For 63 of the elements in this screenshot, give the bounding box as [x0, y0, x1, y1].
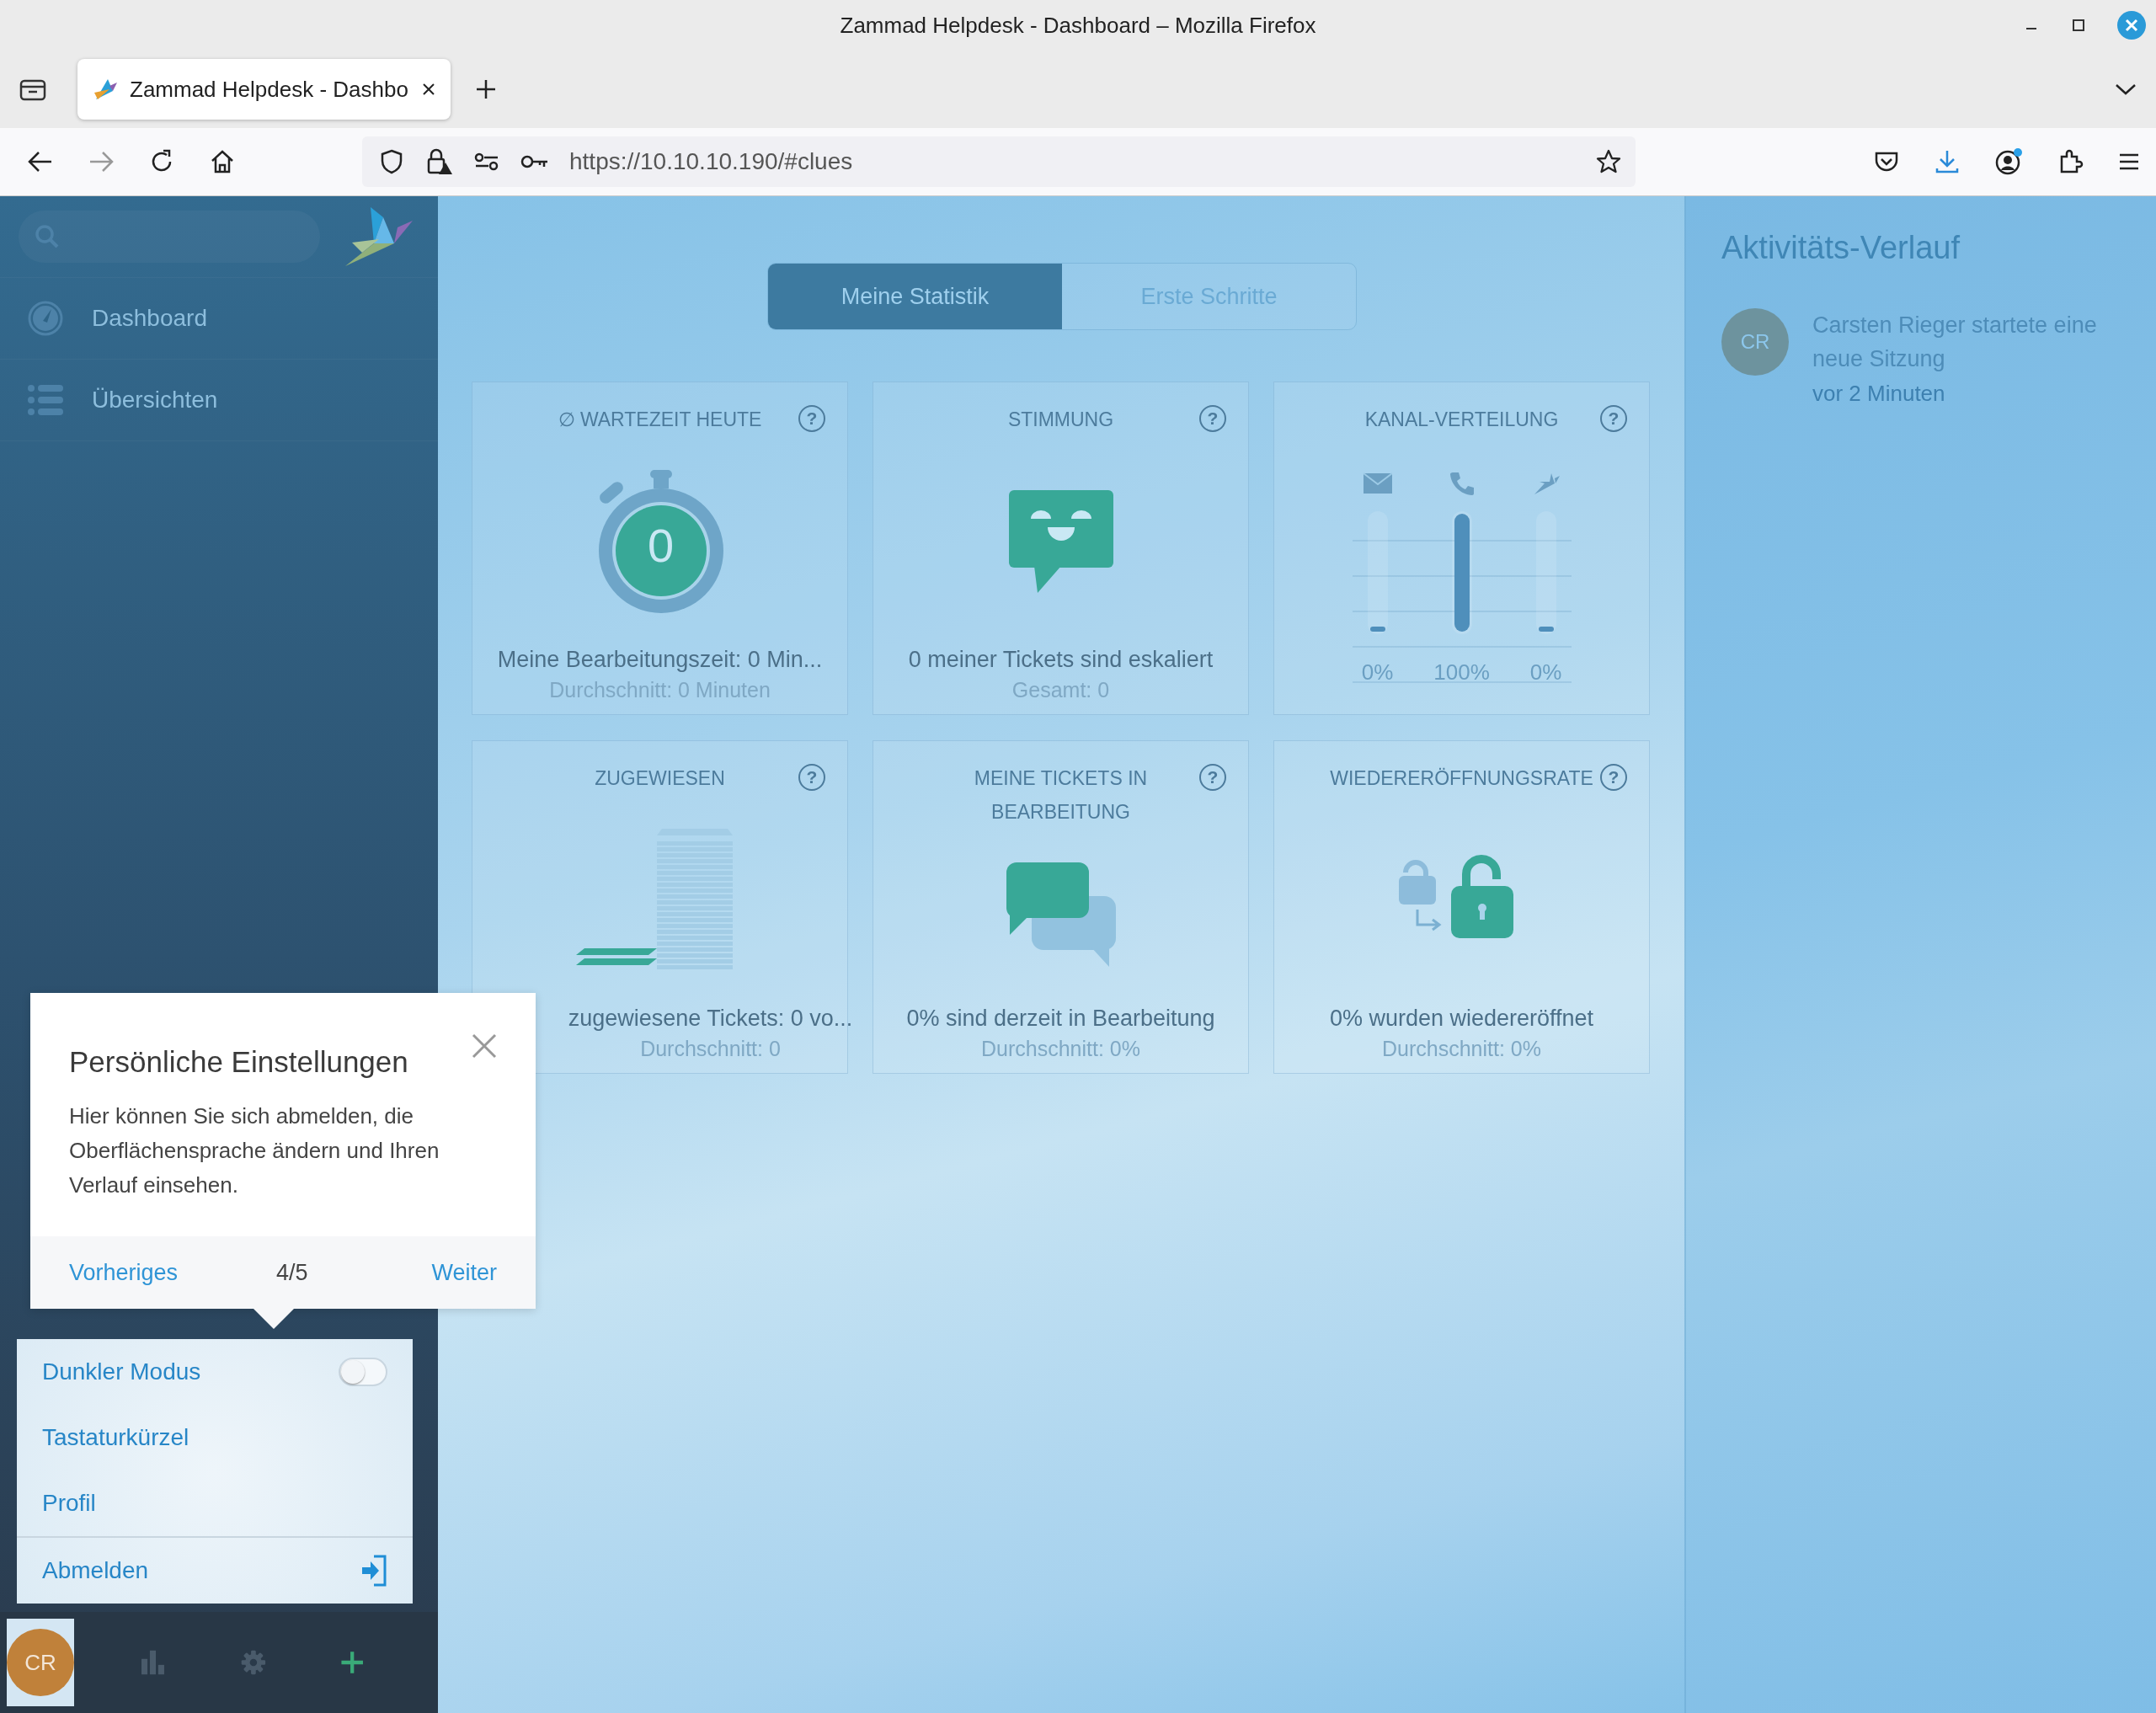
window-title: Zammad Helpdesk - Dashboard – Mozilla Firefox	[840, 12, 1316, 39]
wait-time-value: 0	[646, 522, 675, 569]
channel-percentage: 0%	[1529, 659, 1562, 686]
card-stat-text: 0 meiner Tickets sind eskaliert	[908, 647, 1214, 673]
logout-icon	[362, 1555, 387, 1587]
star-icon[interactable]	[1595, 148, 1622, 175]
envelope-icon	[1363, 470, 1392, 496]
step-counter: 4/5	[276, 1259, 308, 1286]
help-icon[interactable]: ?	[1199, 764, 1226, 791]
logo-icon[interactable]	[345, 205, 413, 268]
panel-title: Aktivitäts-Verlauf	[1721, 230, 1961, 266]
avatar-tab[interactable]: CR	[7, 1619, 74, 1706]
card-title: WIEDERERÖFFNUNGSRATE	[1330, 766, 1593, 791]
key-icon[interactable]	[520, 153, 549, 170]
maximize-icon[interactable]	[2070, 17, 2087, 34]
channel-percentage: 100%	[1433, 659, 1490, 686]
menu-item[interactable]: Abmelden	[17, 1538, 413, 1604]
menu-item[interactable]: Dunkler Modus	[17, 1339, 413, 1405]
help-icon[interactable]: ?	[798, 405, 825, 432]
card-title: STIMMUNG	[1007, 408, 1114, 432]
previous-link[interactable]: Vorheriges	[69, 1259, 179, 1286]
toggle-switch[interactable]	[339, 1358, 387, 1386]
url-text: https://10.10.10.190/#clues	[569, 148, 853, 175]
smiley-chat-icon	[1008, 490, 1113, 593]
card-stat-text: 0% sind derzeit in Bearbeitung	[906, 1006, 1215, 1032]
permissions-icon[interactable]	[473, 151, 500, 173]
gauge-icon	[28, 301, 63, 336]
popup-title: Persönliche Einstellungen	[69, 1045, 409, 1079]
channel-percentage: 0%	[1361, 659, 1394, 686]
chevron-down-icon[interactable]	[2114, 82, 2137, 97]
browser-tab[interactable]: Zammad Helpdesk - Dashbo	[77, 59, 451, 120]
account-icon[interactable]	[1994, 147, 2023, 176]
address-bar[interactable]: https://10.10.10.190/#clues	[362, 136, 1636, 187]
activity-time: vor 2 Minuten	[1812, 381, 1946, 407]
card-average-text: Durchschnitt: 0%	[1382, 1037, 1541, 1061]
popup-text: Hier können Sie sich abmelden, die Oberflächensprache ändern und Ihren Verlauf einsehen.	[69, 1102, 440, 1199]
card-title: KANAL-VERTEILUNG	[1364, 408, 1559, 432]
card-stat-text: Meine Bearbeitungszeit: 0 Min...	[497, 647, 823, 673]
shield-icon[interactable]	[379, 148, 404, 175]
card-title: MEINE TICKETS IN BEARBEITUNG	[973, 766, 1149, 824]
next-link[interactable]: Weiter	[431, 1259, 497, 1286]
download-icon[interactable]	[1934, 148, 1961, 175]
card-stat-text: zugewiesene Tickets: 0 vo...	[568, 1006, 853, 1032]
card-title: ∅ WARTEZEIT HEUTE	[558, 408, 762, 432]
user-avatar[interactable]: CR	[7, 1629, 74, 1696]
help-icon[interactable]: ?	[1199, 405, 1226, 432]
card-average-text: Durchschnitt: 0%	[981, 1037, 1140, 1061]
user-avatar[interactable]: CR	[1721, 308, 1789, 376]
list-icon	[28, 384, 63, 416]
menu-item[interactable]: Profil	[17, 1470, 413, 1536]
menu-icon[interactable]	[2117, 152, 2141, 172]
bird-icon	[93, 77, 118, 101]
help-icon[interactable]: ?	[1600, 764, 1627, 791]
dashboard-tab[interactable]: Meine Statistik	[768, 264, 1062, 329]
help-icon[interactable]: ?	[798, 764, 825, 791]
help-icon[interactable]: ?	[1600, 405, 1627, 432]
menu-item[interactable]: Tastaturkürzel	[17, 1405, 413, 1470]
card-title: ZUGEWIESEN	[595, 766, 725, 791]
card-stat-text: 0% wurden wiedereröffnet	[1329, 1006, 1594, 1032]
sidebar-item[interactable]: Übersichten	[0, 360, 438, 441]
sidebar-item[interactable]: Dashboard	[0, 278, 438, 360]
phone-icon	[1449, 470, 1475, 496]
card-average-text: Durchschnitt: 0	[640, 1037, 781, 1061]
